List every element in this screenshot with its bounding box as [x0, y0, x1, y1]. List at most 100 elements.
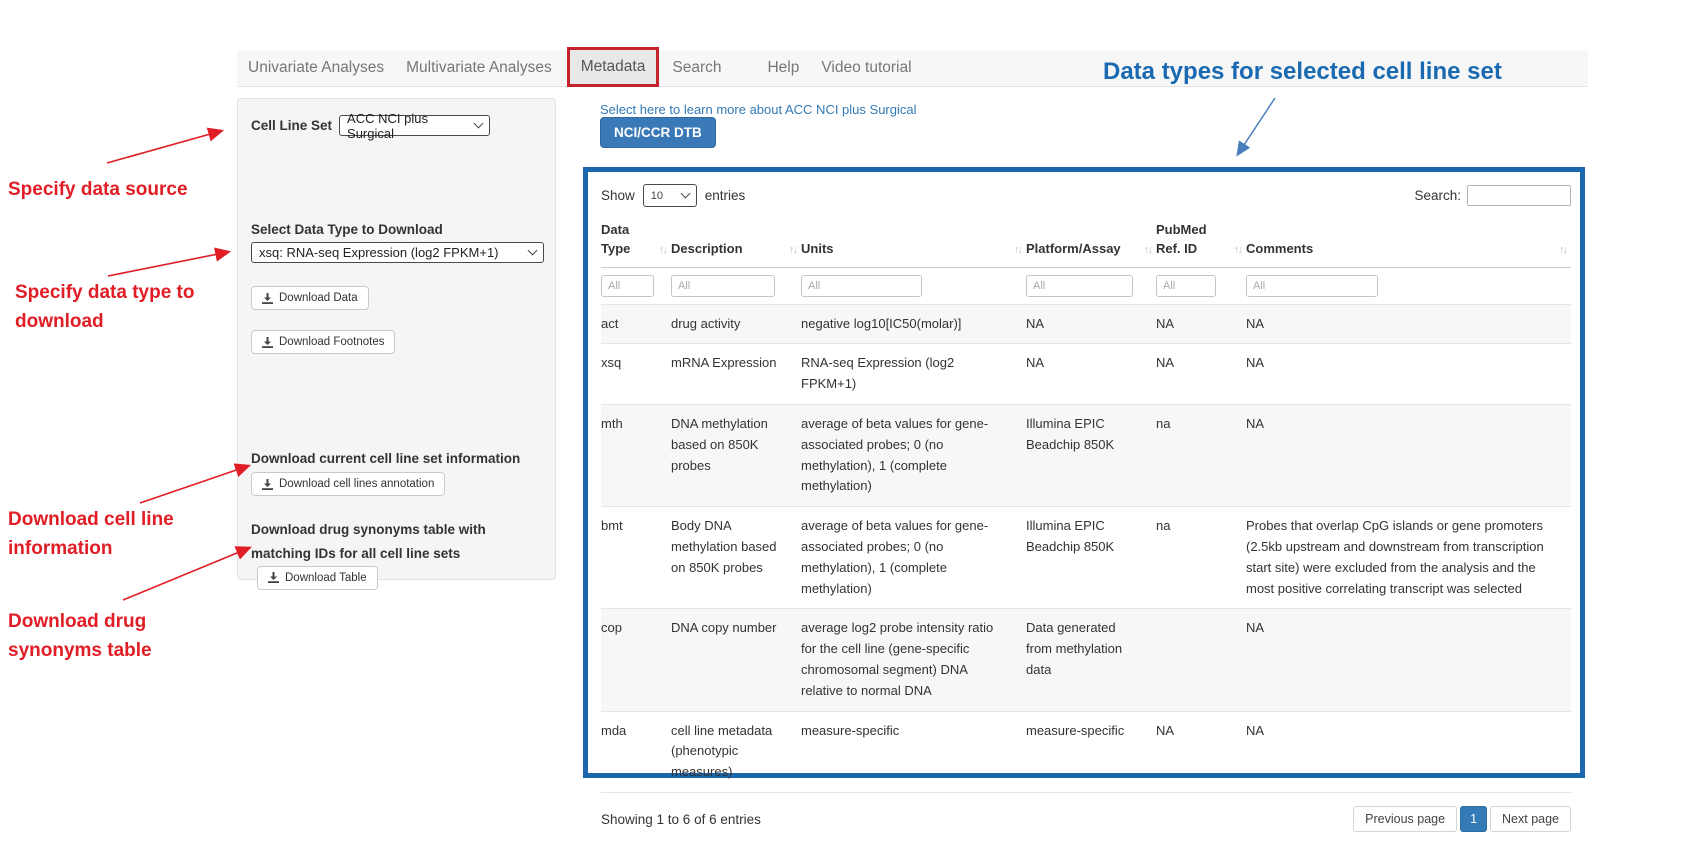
filter-units[interactable] [801, 275, 922, 297]
col-header-comments[interactable]: Comments ↑↓ [1246, 217, 1571, 267]
header-label: Platform/Assay [1026, 241, 1121, 256]
sort-icon[interactable]: ↑↓ [659, 243, 666, 259]
sort-icon[interactable]: ↑↓ [1234, 243, 1241, 259]
nav-metadata[interactable]: Metadata [567, 47, 660, 87]
table-footer: Showing 1 to 6 of 6 entries Previous pag… [601, 806, 1571, 832]
cell-units: average log2 probe intensity ratio for t… [801, 609, 1026, 711]
cell-description: drug activity [671, 304, 801, 344]
note-download-drug-synonyms: Download drug synonyms table [8, 608, 203, 665]
header-label: Data Type [601, 222, 630, 256]
page-1-button[interactable]: 1 [1460, 806, 1487, 832]
header-label: Description [671, 241, 743, 256]
cell-line-set-select[interactable]: ACC NCI plus Surgical [339, 115, 490, 136]
cell-line-set-value: ACC NCI plus Surgical [347, 111, 467, 141]
cell-description: DNA copy number [671, 609, 801, 711]
app-screenshot: Specify data source Specify data type to… [0, 0, 1694, 844]
download-table-label: Download Table [285, 572, 367, 584]
nav-multivariate-analyses[interactable]: Multivariate Analyses [395, 51, 563, 85]
note-specify-data-type: Specify data type to download [15, 279, 233, 336]
download-icon [262, 337, 273, 348]
download-annotation-label: Download cell lines annotation [279, 478, 434, 490]
cell-units: RNA-seq Expression (log2 FPKM+1) [801, 344, 1026, 405]
col-header-data-type[interactable]: Data Type ↑↓ [601, 217, 671, 267]
col-header-units[interactable]: Units ↑↓ [801, 217, 1026, 267]
cell-platform: measure-specific [1026, 711, 1156, 792]
data-type-select[interactable]: xsq: RNA-seq Expression (log2 FPKM+1) [251, 242, 544, 263]
cell-units: average of beta values for gene-associat… [801, 405, 1026, 507]
cell-platform: Illumina EPIC Beadchip 850K [1026, 507, 1156, 609]
cell-platform: NA [1026, 304, 1156, 344]
chevron-down-icon [474, 119, 484, 129]
chevron-down-icon [528, 246, 538, 256]
data-types-table: Data Type ↑↓ Description ↑↓ Units ↑↓ Platfo… [601, 217, 1571, 793]
sort-icon[interactable]: ↑↓ [1144, 243, 1151, 259]
cell-pubmed: NA [1156, 711, 1246, 792]
data-type-value: xsq: RNA-seq Expression (log2 FPKM+1) [259, 245, 499, 260]
cell-line-info-heading: Download current cell line set informati… [251, 451, 542, 466]
cell-pubmed: na [1156, 405, 1246, 507]
cell-comments: NA [1246, 609, 1571, 711]
data-type-label: Select Data Type to Download [251, 222, 542, 237]
col-header-pubmed[interactable]: PubMed Ref. ID↑↓ [1156, 217, 1246, 267]
cell-data-type: act [601, 304, 671, 344]
sort-icon[interactable]: ↑↓ [1559, 243, 1566, 259]
cell-description: cell line metadata (phenotypic measures) [671, 711, 801, 792]
learn-more-link[interactable]: Select here to learn more about ACC NCI … [600, 102, 917, 117]
download-icon [262, 479, 273, 490]
arrow-specify-data-source [107, 131, 221, 163]
download-cell-lines-annotation-button[interactable]: Download cell lines annotation [251, 472, 445, 496]
previous-page-button[interactable]: Previous page [1353, 806, 1457, 832]
col-header-description[interactable]: Description ↑↓ [671, 217, 801, 267]
sort-icon[interactable]: ↑↓ [789, 243, 796, 259]
arrow-download-cell-line [140, 466, 248, 503]
nav-video-tutorial[interactable]: Video tutorial [810, 51, 922, 85]
cell-platform: Data generated from methylation data [1026, 609, 1156, 711]
download-data-button[interactable]: Download Data [251, 286, 369, 310]
entries-info: Showing 1 to 6 of 6 entries [601, 812, 761, 827]
cell-description: mRNA Expression [671, 344, 801, 405]
source-button[interactable]: NCI/CCR DTB [600, 117, 716, 148]
next-page-button[interactable]: Next page [1490, 806, 1571, 832]
header-row: Data Type ↑↓ Description ↑↓ Units ↑↓ Platfo… [601, 217, 1571, 267]
filter-row [601, 267, 1571, 304]
table-topbar: Show 10 entries Search: [601, 184, 1571, 207]
show-label: Show [601, 188, 635, 203]
table-row: xsq mRNA Expression RNA-seq Expression (… [601, 344, 1571, 405]
filter-pubmed[interactable] [1156, 275, 1216, 297]
col-header-platform[interactable]: Platform/Assay ↑↓ [1026, 217, 1156, 267]
header-label: Units [801, 241, 834, 256]
filter-data-type[interactable] [601, 275, 654, 297]
filter-description[interactable] [671, 275, 775, 297]
cell-comments: NA [1246, 711, 1571, 792]
drug-synonyms-heading: Download drug synonyms table with matchi… [251, 518, 542, 590]
chevron-down-icon [680, 189, 690, 199]
table-row: mda cell line metadata (phenotypic measu… [601, 711, 1571, 792]
filter-platform[interactable] [1026, 275, 1133, 297]
download-table-button[interactable]: Download Table [257, 566, 378, 590]
sort-icon[interactable]: ↑↓ [1014, 243, 1021, 259]
download-footnotes-button[interactable]: Download Footnotes [251, 330, 395, 354]
arrow-data-types [1238, 98, 1275, 154]
search-label: Search: [1414, 188, 1461, 203]
cell-line-set-label: Cell Line Set [251, 118, 332, 133]
arrow-specify-data-type [108, 252, 228, 276]
cell-pubmed: NA [1156, 304, 1246, 344]
page-length-select[interactable]: 10 [643, 184, 697, 207]
filter-comments[interactable] [1246, 275, 1378, 297]
nav-univariate-analyses[interactable]: Univariate Analyses [237, 51, 395, 85]
entries-label: entries [705, 188, 746, 203]
cell-units: measure-specific [801, 711, 1026, 792]
drug-synonyms-text: Download drug synonyms table with matchi… [251, 522, 486, 561]
cell-data-type: xsq [601, 344, 671, 405]
sidebar-panel: Cell Line Set ACC NCI plus Surgical Sele… [237, 98, 556, 580]
table-row: mth DNA methylation based on 850K probes… [601, 405, 1571, 507]
cell-platform: NA [1026, 344, 1156, 405]
cell-comments: NA [1246, 405, 1571, 507]
cell-units: negative log10[IC50(molar)] [801, 304, 1026, 344]
nav-search[interactable]: Search [661, 51, 732, 85]
table-search-input[interactable] [1467, 185, 1571, 206]
download-data-label: Download Data [279, 292, 358, 304]
nav-help[interactable]: Help [756, 51, 810, 85]
cell-data-type: cop [601, 609, 671, 711]
header-label: Comments [1246, 241, 1313, 256]
